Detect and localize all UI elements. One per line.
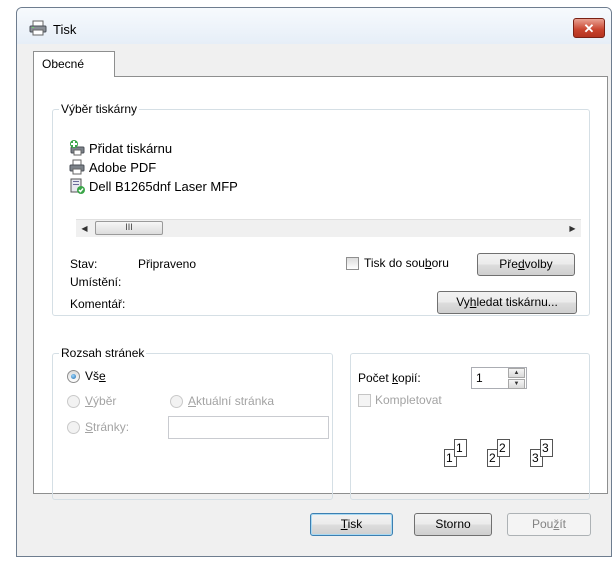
range-selection-label: Výběr [85, 394, 116, 408]
add-printer-icon [70, 140, 85, 156]
range-all-label: Vše [85, 369, 106, 383]
printer-icon [69, 159, 85, 175]
copies-label: Počet kopií: [358, 371, 421, 385]
label-part: Pře [499, 257, 518, 271]
grip-icon: III [125, 222, 133, 232]
title-bar: Tisk ✕ [17, 8, 611, 44]
printer-item-adobe-pdf[interactable]: Adobe PDF [69, 158, 156, 176]
status-value: Připraveno [138, 257, 197, 271]
label-part: Vy [456, 295, 470, 309]
copies-value: 1 [476, 371, 483, 385]
print-button[interactable]: Tisk [310, 513, 393, 536]
collate-page: 1 [454, 439, 467, 457]
page-range-legend: Rozsah stránek [59, 346, 147, 360]
spin-down-icon[interactable]: ▼ [508, 379, 525, 389]
tab-panel-general: Výběr tiskárny Přidat tiskárnu Adobe PDF [33, 76, 608, 500]
range-pages-label: Stránky: [85, 420, 129, 434]
comment-label: Komentář: [70, 297, 126, 311]
accesskey: d [517, 257, 525, 271]
label-part: ledat tiskárnu... [476, 295, 558, 309]
scroll-left-icon[interactable]: ◀ [76, 220, 93, 237]
window-title: Tisk [53, 22, 77, 37]
printer-item-dell[interactable]: Dell B1265dnf Laser MFP [69, 177, 238, 195]
print-to-file-label: Tisk do souboru [364, 256, 449, 270]
print-dialog: Tisk ✕ Obecné Výběr tiskárny Přidat tisk… [16, 7, 612, 557]
range-pages-radio[interactable] [67, 421, 80, 434]
label-part: Pou [531, 517, 554, 531]
label-part: volby [524, 257, 553, 271]
label-part: ktuální stránka [196, 394, 275, 408]
tab-general[interactable]: Obecné [33, 51, 115, 77]
label-part: isk [347, 517, 363, 531]
printer-item-add[interactable]: Přidat tiskárnu [69, 139, 172, 157]
collate-checkbox[interactable] [358, 394, 371, 407]
label-part: Počet [358, 371, 393, 385]
printer-name: Dell B1265dnf Laser MFP [89, 178, 238, 194]
range-selection-radio[interactable] [67, 395, 80, 408]
find-printer-button[interactable]: Vyhledat tiskárnu... [437, 291, 577, 314]
collate-page: 2 [497, 439, 510, 457]
label-part: opií: [398, 371, 421, 385]
network-printer-icon [70, 178, 85, 194]
scroll-right-icon[interactable]: ▶ [564, 220, 581, 237]
accesskey: S [85, 420, 94, 434]
range-all-radio[interactable] [67, 370, 80, 383]
tab-general-label: Obecné [42, 57, 85, 71]
copies-spinner[interactable]: ▲ ▼ [508, 368, 525, 389]
spin-up-icon[interactable]: ▲ [508, 368, 525, 378]
accesskey: A [188, 394, 197, 408]
scrollbar-thumb[interactable]: III [95, 221, 163, 235]
accesskey: V [85, 394, 94, 408]
label-part: Tisk do sou [364, 256, 425, 270]
location-label: Umístění: [70, 275, 122, 289]
status-label: Stav: [70, 257, 98, 271]
accesskey: e [99, 369, 106, 383]
close-icon: ✕ [583, 21, 595, 36]
close-button[interactable]: ✕ [573, 18, 605, 38]
pages-input[interactable] [168, 416, 329, 439]
preferences-button[interactable]: Předvolby [477, 253, 575, 276]
accesskey: T [340, 517, 348, 531]
collate-illustration: 1 1 2 2 3 3 [444, 432, 574, 472]
printer-icon [29, 20, 47, 36]
collate-label: Kompletovat [375, 393, 442, 407]
label-part: oru [431, 256, 449, 270]
collate-page: 3 [540, 439, 553, 457]
printer-selection-legend: Výběr tiskárny [59, 102, 140, 116]
accesskey: b [424, 256, 432, 270]
printer-name: Adobe PDF [89, 159, 157, 175]
cancel-button[interactable]: Storno [414, 513, 492, 536]
label-part: ít [559, 517, 567, 531]
range-current-page-label: Aktuální stránka [188, 394, 274, 408]
printer-name: Přidat tiskárnu [89, 140, 173, 156]
label-part: Vš [85, 369, 100, 383]
print-to-file-checkbox[interactable] [346, 257, 359, 270]
apply-button[interactable]: Použít [507, 513, 591, 536]
label-part: ýběr [93, 394, 117, 408]
label-part: tránky: [93, 420, 130, 434]
range-current-page-radio[interactable] [170, 395, 183, 408]
printer-list-scrollbar[interactable]: ◀ III ▶ [76, 219, 581, 237]
